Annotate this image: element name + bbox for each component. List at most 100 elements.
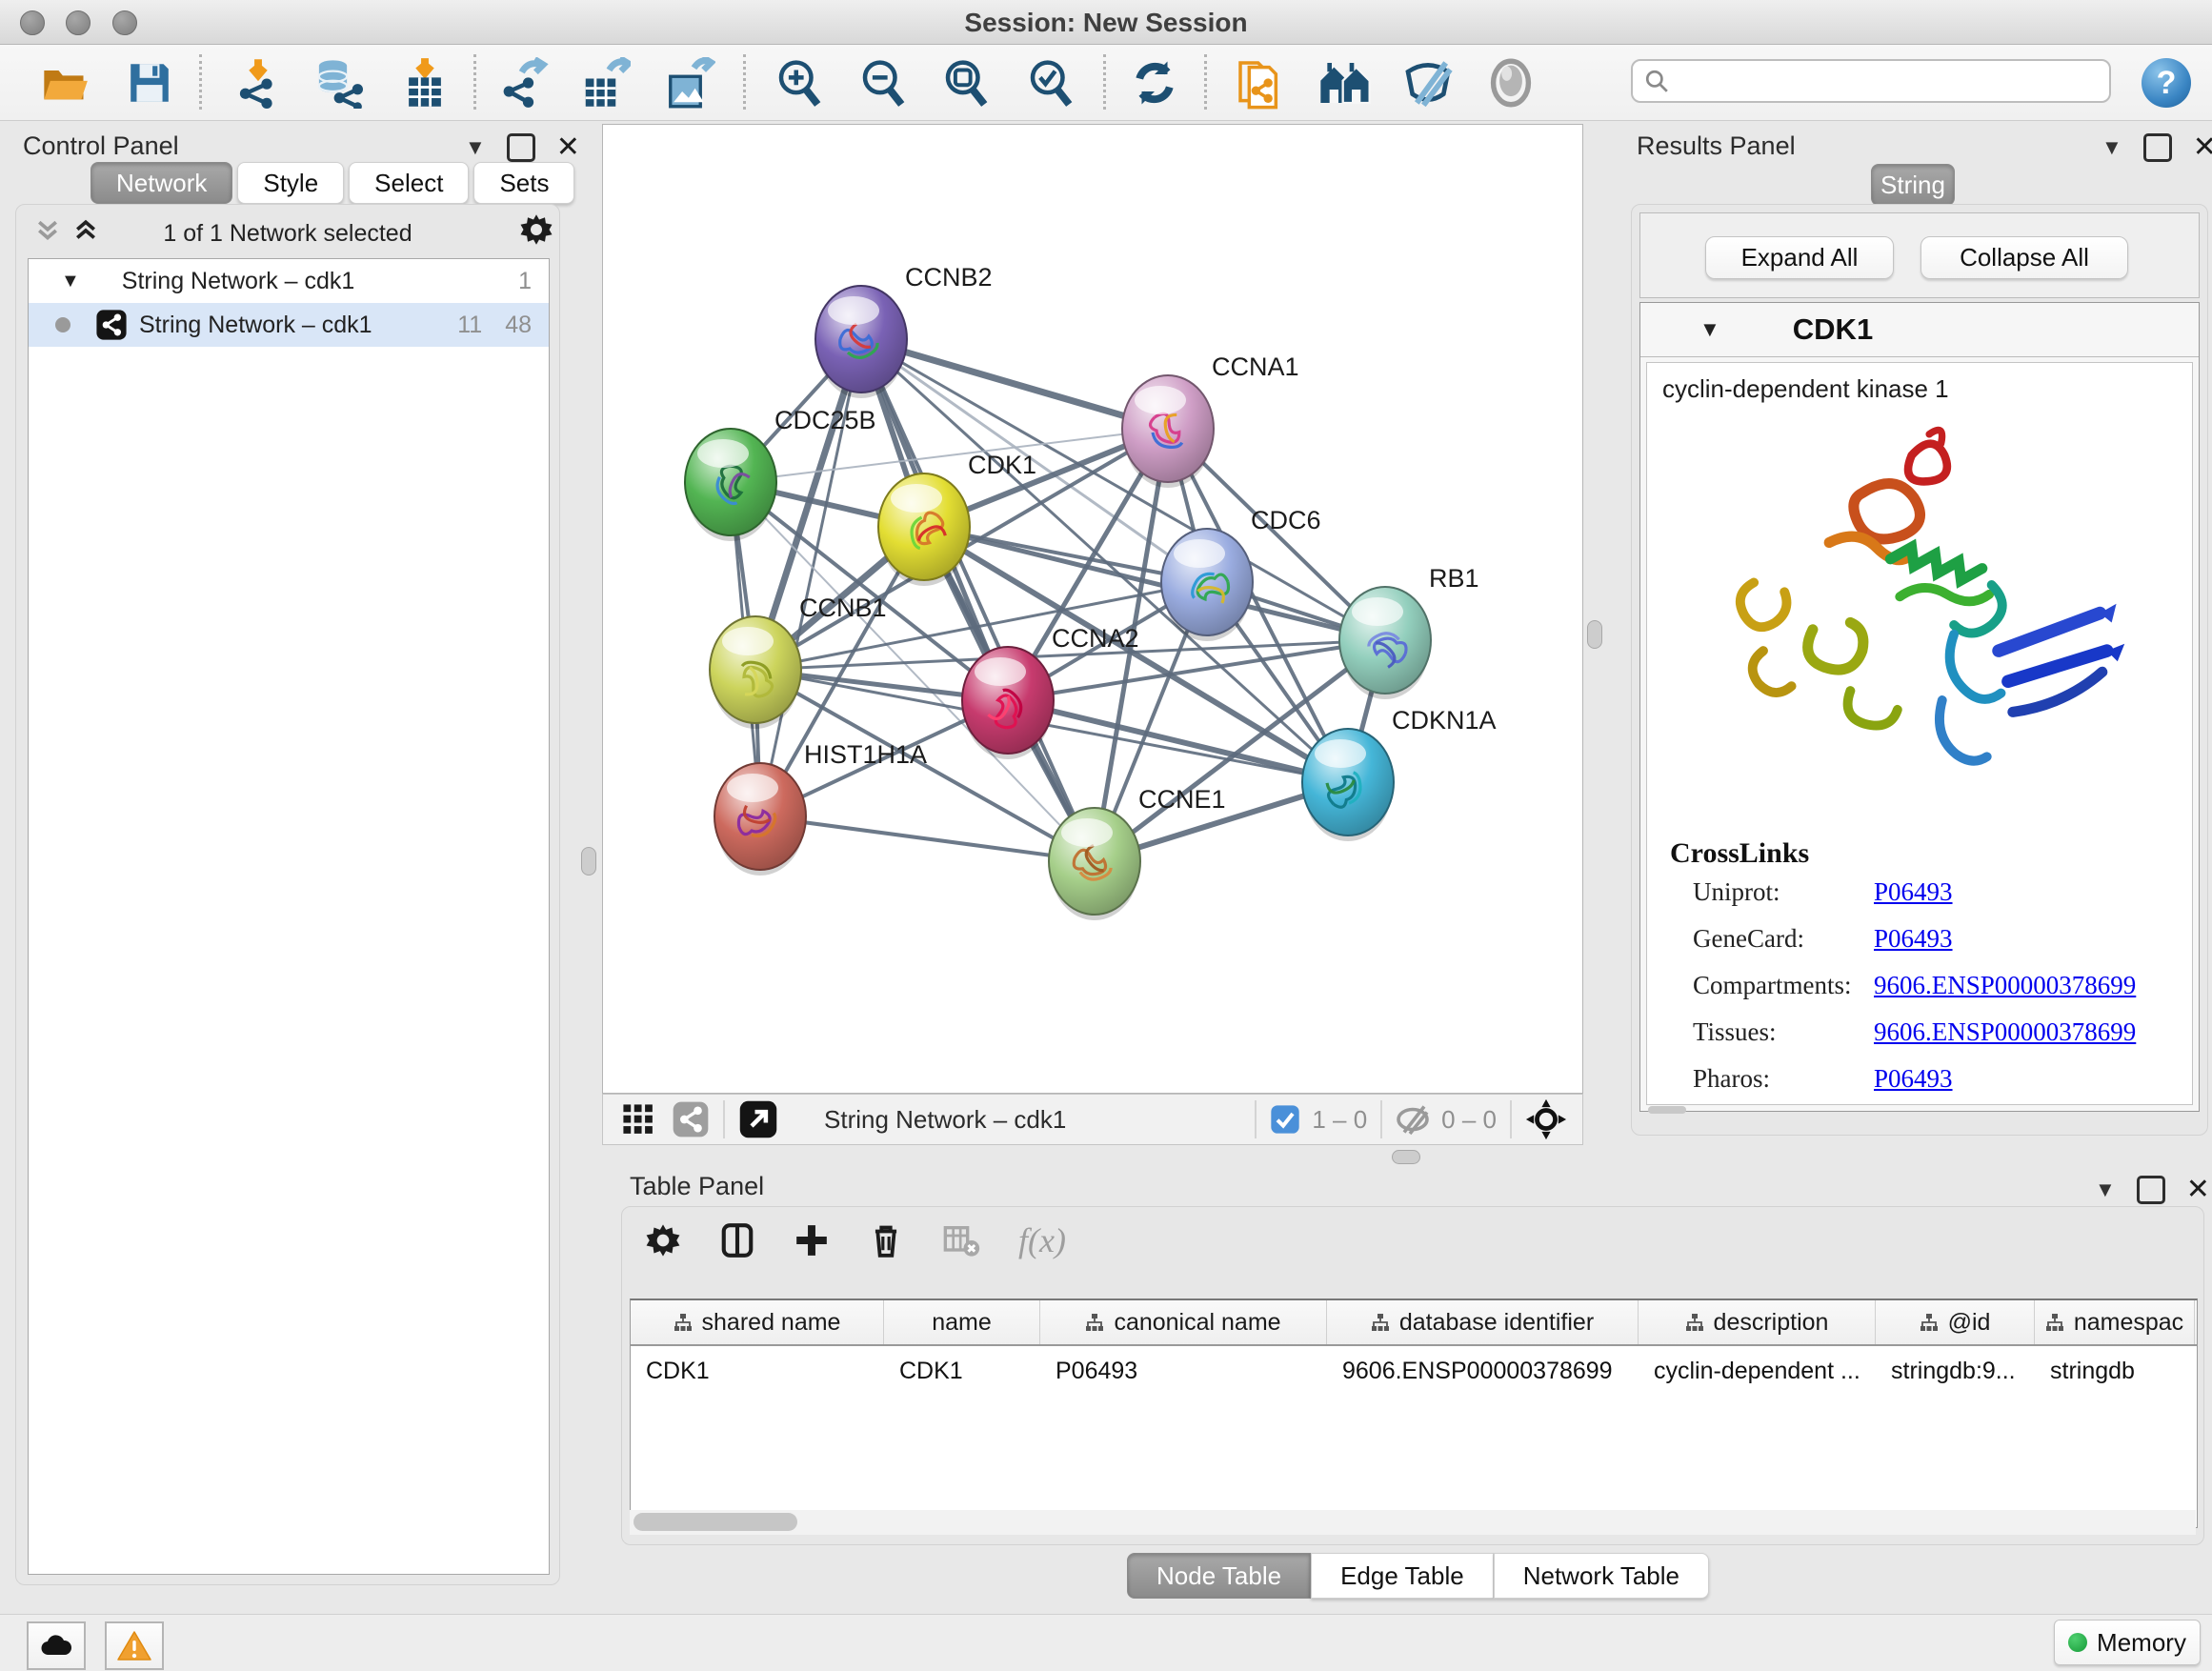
table-cell[interactable]: CDK1 xyxy=(884,1346,1040,1396)
collapse-panel-icon[interactable]: ▼ xyxy=(465,135,486,160)
crosslink-value-link[interactable]: P06493 xyxy=(1874,1064,1953,1094)
show-orb-button[interactable] xyxy=(1480,52,1541,113)
table-cell[interactable]: stringdb xyxy=(2035,1346,2195,1396)
column-header-canonical-name[interactable]: canonical name xyxy=(1040,1300,1327,1344)
table-gear-icon[interactable] xyxy=(645,1222,681,1258)
network-node-HIST1H1A[interactable]: HIST1H1A xyxy=(714,740,927,876)
search-input[interactable] xyxy=(1677,67,2109,96)
zoom-selected-button[interactable] xyxy=(1019,52,1080,113)
crosslink-value-link[interactable]: 9606.ENSP00000378699 xyxy=(1874,1017,2136,1047)
close-panel-icon[interactable]: ✕ xyxy=(556,136,580,159)
export-table-button[interactable] xyxy=(574,52,635,113)
column-header-label: canonical name xyxy=(1114,1309,1280,1337)
expand-all-button[interactable]: Expand All xyxy=(1705,236,1894,279)
protein-header-row[interactable]: ▼ CDK1 xyxy=(1640,303,2199,357)
network-edge-CCNB2-CCNE1[interactable] xyxy=(861,339,1095,861)
crosslink-value-link[interactable]: P06493 xyxy=(1874,877,1953,907)
table-cell[interactable]: P06493 xyxy=(1040,1346,1327,1396)
string-view-icon[interactable] xyxy=(672,1100,710,1138)
network-canvas[interactable]: CCNB2CCNA1CDC25BCDK1CDC6RB1CCNB1CCNA2CDK… xyxy=(602,124,1583,1094)
warnings-button[interactable] xyxy=(105,1621,164,1670)
zoom-out-button[interactable] xyxy=(852,52,913,113)
string-export-button[interactable] xyxy=(1230,52,1291,113)
open-view-icon[interactable] xyxy=(738,1099,778,1139)
tab-string[interactable]: String xyxy=(1871,164,1955,206)
hide-glasses-button[interactable] xyxy=(1398,52,1458,113)
table-hscrollbar-track[interactable] xyxy=(630,1510,2196,1535)
left-splitter-handle[interactable] xyxy=(581,847,596,876)
table-row[interactable]: CDK1CDK1P064939606.ENSP00000378699cyclin… xyxy=(631,1346,2197,1396)
float-panel-icon[interactable] xyxy=(2137,1176,2165,1204)
delete-column-icon[interactable] xyxy=(868,1222,904,1258)
network-edge-count: 48 xyxy=(505,312,532,339)
collapse-panel-icon[interactable]: ▼ xyxy=(2095,1178,2116,1202)
import-table-button[interactable] xyxy=(394,52,455,113)
cloud-button[interactable] xyxy=(27,1621,86,1670)
results-hscrollbar-thumb[interactable] xyxy=(1648,1106,1686,1114)
table-cell[interactable]: 9606.ENSP00000378699 xyxy=(1327,1346,1639,1396)
tab-node-table[interactable]: Node Table xyxy=(1127,1553,1311,1599)
help-button[interactable]: ? xyxy=(2142,58,2191,108)
network-node-CCNE1[interactable]: CCNE1 xyxy=(1049,785,1226,920)
tab-style[interactable]: Style xyxy=(237,162,344,204)
crosslink-value-link[interactable]: 9606.ENSP00000378699 xyxy=(1874,971,2136,1000)
tab-edge-table[interactable]: Edge Table xyxy=(1311,1553,1494,1599)
collection-expander-icon[interactable]: ▼ xyxy=(61,271,80,292)
collapse-all-button[interactable]: Collapse All xyxy=(1920,236,2128,279)
column-header-name[interactable]: name xyxy=(884,1300,1040,1344)
show-columns-icon[interactable] xyxy=(719,1222,755,1258)
home-button[interactable] xyxy=(1315,52,1376,113)
export-network-button[interactable] xyxy=(493,52,554,113)
bottom-splitter-handle[interactable] xyxy=(1392,1150,1420,1164)
control-panel-tabs: NetworkStyleSelectSets xyxy=(90,162,574,204)
table-cell[interactable]: cyclin-dependent ... xyxy=(1639,1346,1876,1396)
tab-network[interactable]: Network xyxy=(90,162,232,204)
grid-view-icon[interactable] xyxy=(622,1103,654,1136)
column-header-shared-name[interactable]: shared name xyxy=(631,1300,884,1344)
table-hscrollbar-thumb[interactable] xyxy=(633,1513,797,1531)
network-node-CCNB1[interactable]: CCNB1 xyxy=(710,594,887,729)
protein-expander-icon[interactable]: ▼ xyxy=(1699,317,1720,342)
memory-button[interactable]: Memory xyxy=(2054,1620,2201,1665)
save-session-button[interactable] xyxy=(119,52,180,113)
crosslink-value-link[interactable]: P06493 xyxy=(1874,924,1953,954)
network-node-CCNA1[interactable]: CCNA1 xyxy=(1122,352,1299,488)
fit-selected-crosshair-icon[interactable] xyxy=(1525,1098,1567,1140)
table-cell[interactable]: CDK1 xyxy=(631,1346,884,1396)
column-header-description[interactable]: description xyxy=(1639,1300,1876,1344)
tab-sets[interactable]: Sets xyxy=(473,162,574,204)
add-column-icon[interactable] xyxy=(794,1222,830,1258)
open-session-button[interactable] xyxy=(34,52,95,113)
column-header-namespac[interactable]: namespac xyxy=(2035,1300,2195,1344)
zoom-fit-button[interactable] xyxy=(935,52,995,113)
network-row[interactable]: String Network – cdk1 11 48 xyxy=(29,303,549,347)
close-panel-icon[interactable]: ✕ xyxy=(2193,136,2212,159)
footer-separator xyxy=(723,1100,725,1138)
hidden-elements-icon[interactable] xyxy=(1396,1102,1430,1137)
delete-table-icon-disabled xyxy=(942,1221,980,1259)
zoom-in-button[interactable] xyxy=(768,52,829,113)
network-collection-row[interactable]: ▼ String Network – cdk1 1 xyxy=(29,259,549,303)
tab-select[interactable]: Select xyxy=(349,162,469,204)
network-options-gear-icon[interactable] xyxy=(519,212,553,252)
close-panel-icon[interactable]: ✕ xyxy=(2186,1178,2210,1201)
float-panel-icon[interactable] xyxy=(507,133,535,162)
network-edge-CCNB2-CCNA1[interactable] xyxy=(861,339,1168,429)
tab-network-table[interactable]: Network Table xyxy=(1494,1553,1709,1599)
collapse-panel-icon[interactable]: ▼ xyxy=(2101,135,2122,160)
right-splitter-handle[interactable] xyxy=(1587,620,1602,649)
refresh-button[interactable] xyxy=(1124,52,1185,113)
float-panel-icon[interactable] xyxy=(2143,133,2172,162)
import-database-button[interactable] xyxy=(307,52,368,113)
column-header--id[interactable]: @id xyxy=(1876,1300,2035,1344)
export-image-button[interactable] xyxy=(659,52,720,113)
network-edge-HIST1H1A-CCNE1[interactable] xyxy=(760,816,1095,861)
network-node-CDKN1A[interactable]: CDKN1A xyxy=(1302,706,1497,841)
import-network-button[interactable] xyxy=(228,52,289,113)
network-node-CCNA2[interactable]: CCNA2 xyxy=(962,624,1139,759)
table-cell[interactable]: stringdb:9... xyxy=(1876,1346,2035,1396)
selected-checkbox-icon[interactable] xyxy=(1270,1104,1300,1135)
search-field[interactable] xyxy=(1631,59,2111,103)
network-node-RB1[interactable]: RB1 xyxy=(1339,564,1479,699)
column-header-database-identifier[interactable]: database identifier xyxy=(1327,1300,1639,1344)
